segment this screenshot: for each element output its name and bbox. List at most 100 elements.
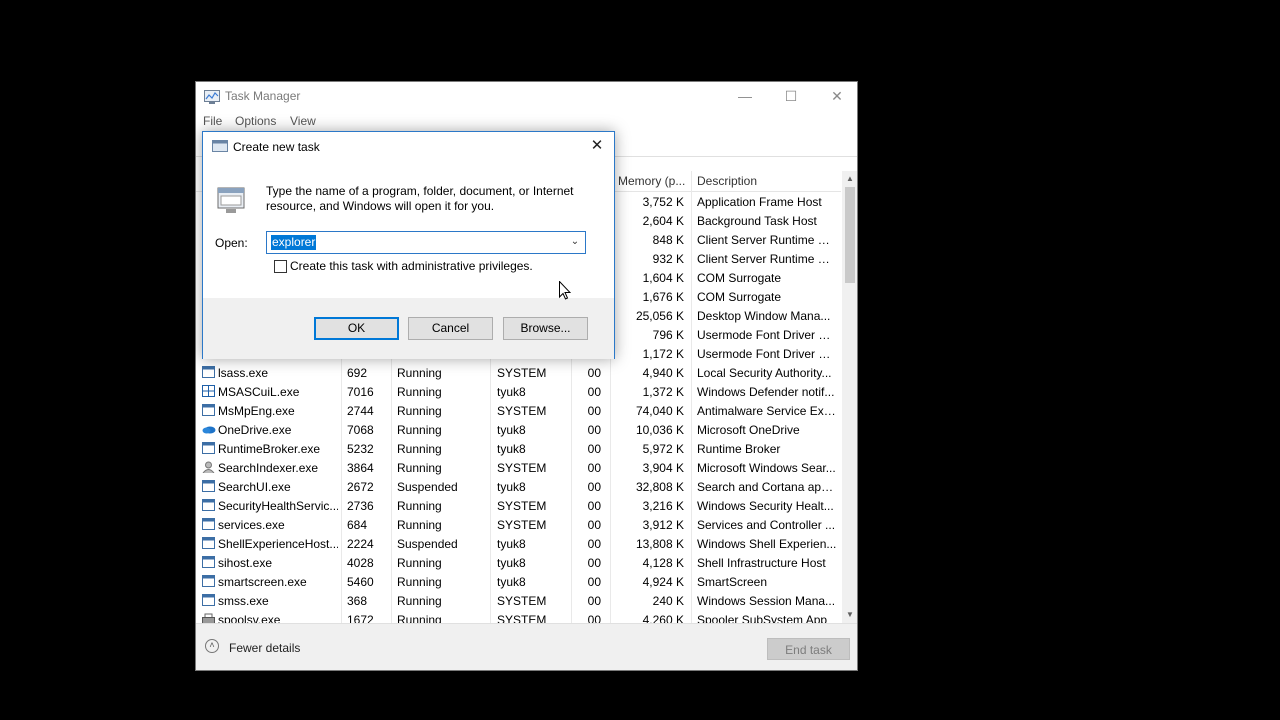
- cpu-cell: 00: [587, 404, 601, 418]
- description-cell: Application Frame Host: [697, 195, 822, 209]
- table-row[interactable]: OneDrive.exe 7068 Running tyuk8 00 10,03…: [196, 420, 841, 439]
- table-row[interactable]: services.exe 684 Running SYSTEM 00 3,912…: [196, 515, 841, 534]
- pid-cell: 2744: [347, 404, 374, 418]
- user-cell: tyuk8: [497, 385, 526, 399]
- cpu-cell: 00: [587, 442, 601, 456]
- status-cell: Suspended: [397, 480, 458, 494]
- chevron-up-icon[interactable]: ˄: [205, 639, 219, 653]
- process-name: RuntimeBroker.exe: [218, 442, 321, 456]
- description-cell: Windows Shell Experien...: [697, 537, 837, 551]
- process-name: lsass.exe: [218, 366, 269, 380]
- vertical-scrollbar[interactable]: ▲ ▼: [842, 171, 857, 623]
- status-cell: Running: [397, 385, 442, 399]
- table-row[interactable]: smss.exe 368 Running SYSTEM 00 240 K Win…: [196, 591, 841, 610]
- pid-cell: 2736: [347, 499, 374, 513]
- process-icon: [202, 442, 215, 454]
- process-name: MsMpEng.exe: [218, 404, 295, 418]
- table-row[interactable]: MSASCuiL.exe 7016 Running tyuk8 00 1,372…: [196, 382, 841, 401]
- close-window-button[interactable]: ✕: [814, 82, 857, 112]
- admin-privileges-label[interactable]: Create this task with administrative pri…: [290, 259, 533, 273]
- maximize-button[interactable]: ☐: [768, 82, 814, 112]
- cpu-cell: 00: [587, 499, 601, 513]
- cancel-button[interactable]: Cancel: [408, 317, 493, 340]
- description-cell: COM Surrogate: [697, 271, 782, 285]
- memory-cell: 2,604 K: [642, 214, 684, 228]
- memory-cell: 13,808 K: [635, 537, 684, 551]
- table-row[interactable]: MsMpEng.exe 2744 Running SYSTEM 00 74,04…: [196, 401, 841, 420]
- scrollbar-thumb[interactable]: [845, 187, 855, 283]
- memory-cell: 796 K: [652, 328, 684, 342]
- table-row[interactable]: SearchIndexer.exe 3864 Running SYSTEM 00…: [196, 458, 841, 477]
- status-cell: Running: [397, 575, 442, 589]
- memory-cell: 3,216 K: [642, 499, 684, 513]
- cpu-cell: 00: [587, 613, 601, 623]
- table-row[interactable]: SearchUI.exe 2672 Suspended tyuk8 00 32,…: [196, 477, 841, 496]
- description-cell: Background Task Host: [697, 214, 817, 228]
- status-cell: Running: [397, 461, 442, 475]
- process-icon: [202, 366, 215, 378]
- ok-button[interactable]: OK: [314, 317, 399, 340]
- open-combobox[interactable]: explorer ⌄: [266, 231, 586, 254]
- cpu-cell: 00: [587, 575, 601, 589]
- table-row[interactable]: spoolsv.exe 1672 Running SYSTEM 00 4,260…: [196, 610, 841, 623]
- chevron-down-icon[interactable]: ⌄: [569, 236, 581, 250]
- pid-cell: 368: [347, 594, 368, 608]
- window-title: Task Manager: [225, 89, 301, 103]
- defender-icon: [202, 385, 215, 397]
- column-header-memory[interactable]: Memory (p...: [618, 174, 685, 188]
- table-row[interactable]: lsass.exe 692 Running SYSTEM 00 4,940 K …: [196, 363, 841, 382]
- memory-cell: 1,676 K: [642, 290, 684, 304]
- memory-cell: 3,752 K: [642, 195, 684, 209]
- user-cell: tyuk8: [497, 423, 526, 437]
- user-cell: SYSTEM: [497, 518, 547, 532]
- title-bar[interactable]: Task Manager — ☐ ✕: [196, 82, 857, 112]
- menu-bar: File Options View: [196, 112, 857, 132]
- process-icon: [202, 537, 215, 549]
- close-icon[interactable]: ✕: [586, 136, 608, 156]
- browse-button[interactable]: Browse...: [503, 317, 588, 340]
- selected-text: explorer: [271, 235, 317, 250]
- memory-cell: 5,972 K: [642, 442, 684, 456]
- description-cell: Microsoft Windows Sear...: [697, 461, 836, 475]
- pid-cell: 7068: [347, 423, 374, 437]
- description-cell: Spooler SubSystem App: [697, 613, 828, 623]
- process-icon: [202, 575, 215, 587]
- description-cell: SmartScreen: [697, 575, 768, 589]
- process-name: smss.exe: [218, 594, 269, 608]
- menu-file[interactable]: File: [203, 114, 222, 128]
- footer-bar: ˄ Fewer details End task: [196, 623, 857, 670]
- menu-options[interactable]: Options: [235, 114, 276, 128]
- process-icon: [202, 404, 215, 416]
- cpu-cell: 00: [587, 461, 601, 475]
- process-name: sihost.exe: [218, 556, 273, 570]
- memory-cell: 4,128 K: [642, 556, 684, 570]
- admin-privileges-checkbox[interactable]: [274, 260, 287, 273]
- minimize-button[interactable]: —: [722, 82, 768, 112]
- end-task-button[interactable]: End task: [767, 638, 850, 660]
- memory-cell: 240 K: [652, 594, 684, 608]
- scroll-down-icon[interactable]: ▼: [842, 608, 857, 622]
- menu-view[interactable]: View: [290, 114, 316, 128]
- cpu-cell: 00: [587, 423, 601, 437]
- cpu-cell: 00: [587, 556, 601, 570]
- pid-cell: 4028: [347, 556, 374, 570]
- pid-cell: 684: [347, 518, 368, 532]
- fewer-details-link[interactable]: Fewer details: [229, 641, 300, 655]
- user-cell: tyuk8: [497, 537, 526, 551]
- table-row[interactable]: sihost.exe 4028 Running tyuk8 00 4,128 K…: [196, 553, 841, 572]
- scroll-up-icon[interactable]: ▲: [842, 172, 857, 186]
- status-cell: Running: [397, 404, 442, 418]
- status-cell: Running: [397, 423, 442, 437]
- description-cell: Search and Cortana app...: [697, 480, 837, 494]
- description-cell: Microsoft OneDrive: [697, 423, 800, 437]
- table-row[interactable]: SecurityHealthServic... 2736 Running SYS…: [196, 496, 841, 515]
- cpu-cell: 00: [587, 537, 601, 551]
- description-cell: Windows Defender notif...: [697, 385, 835, 399]
- memory-cell: 25,056 K: [635, 309, 684, 323]
- process-name: services.exe: [218, 518, 285, 532]
- table-row[interactable]: smartscreen.exe 5460 Running tyuk8 00 4,…: [196, 572, 841, 591]
- table-row[interactable]: ShellExperienceHost.... 2224 Suspended t…: [196, 534, 841, 553]
- table-row[interactable]: RuntimeBroker.exe 5232 Running tyuk8 00 …: [196, 439, 841, 458]
- column-header-description[interactable]: Description: [697, 174, 757, 188]
- user-cell: tyuk8: [497, 480, 526, 494]
